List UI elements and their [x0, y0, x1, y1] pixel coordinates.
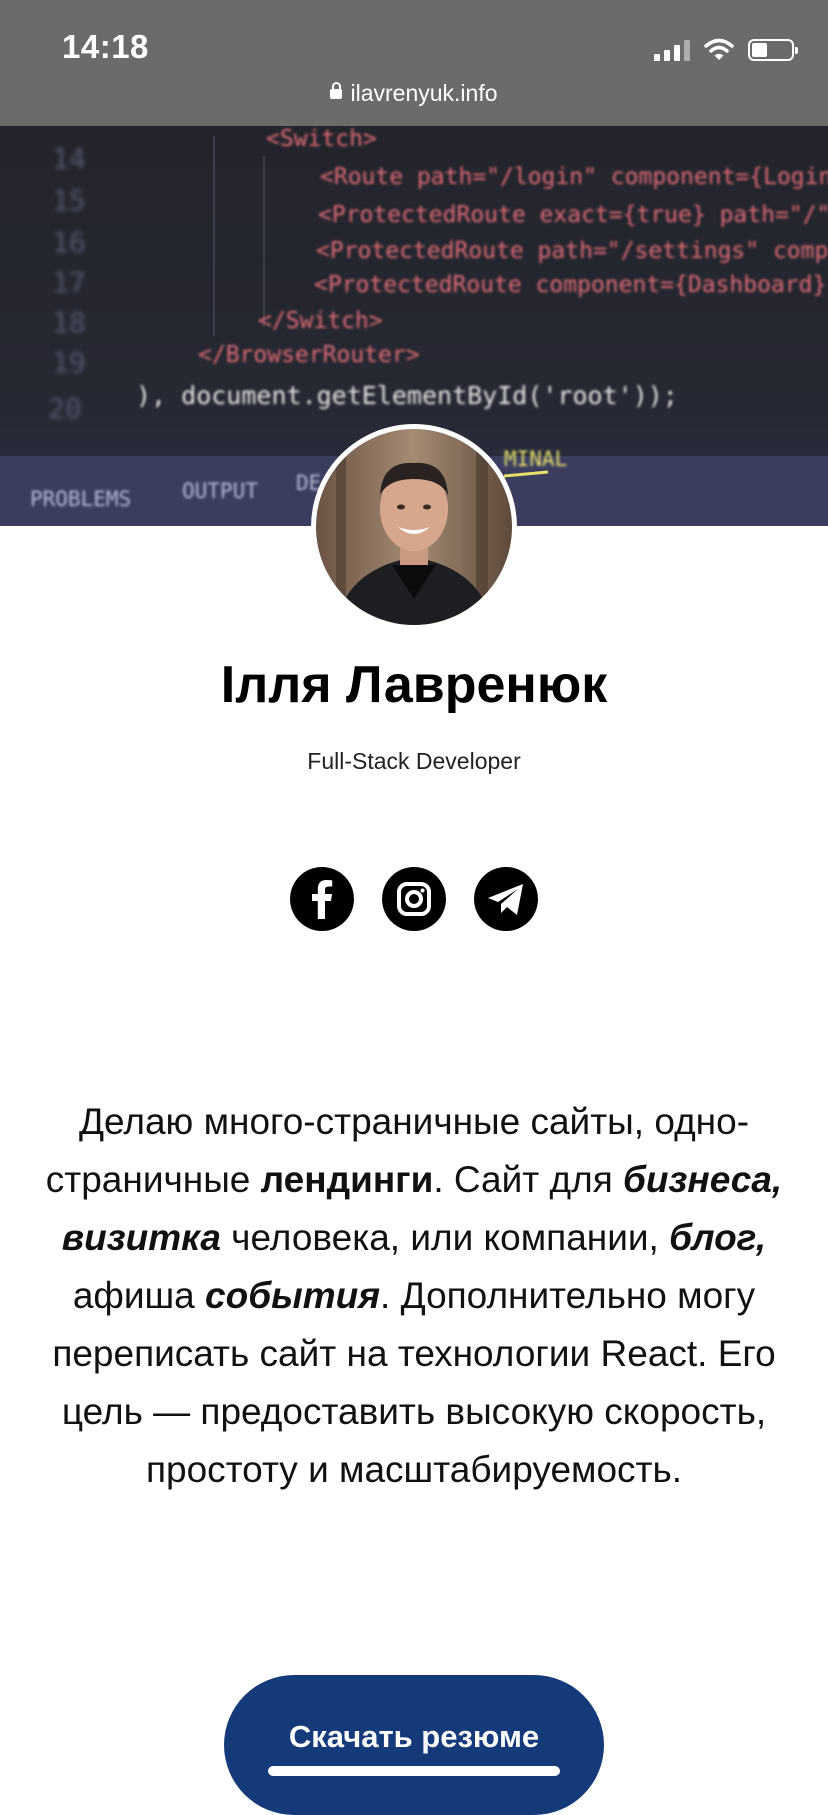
telegram-link[interactable]	[474, 867, 538, 931]
code-line: <ProtectedRoute exact={true} path="/" co…	[318, 202, 828, 228]
line-numbers: 14 15 16 17 18 19 20	[48, 142, 86, 425]
instagram-icon	[397, 882, 431, 916]
code-line: </Switch>	[258, 308, 383, 334]
code-line: ), document.getElementById('root'));	[136, 381, 678, 410]
code-line: <Route path="/login" component={Login} /…	[320, 164, 828, 190]
description-text: . Сайт для	[433, 1159, 624, 1200]
description: Делаю много-страничные сайты, одно-стран…	[40, 1093, 788, 1499]
line-number: 17	[52, 266, 86, 299]
battery-icon	[748, 39, 798, 61]
line-number: 18	[52, 306, 86, 339]
social-links	[0, 867, 828, 931]
home-indicator[interactable]	[268, 1766, 560, 1776]
line-number: 15	[52, 184, 86, 217]
description-emphasis: React	[600, 1333, 698, 1374]
line-number: 16	[52, 226, 86, 259]
cellular-signal-icon	[654, 39, 690, 61]
description-emphasis: лендинги	[260, 1159, 434, 1200]
status-icons	[654, 36, 798, 64]
profile-role: Full-Stack Developer	[307, 748, 521, 774]
description-text: афиша	[72, 1275, 206, 1316]
panel-tab-output: OUTPUT	[182, 479, 258, 503]
line-number: 20	[48, 392, 82, 425]
facebook-link[interactable]	[290, 867, 354, 931]
description-emphasis: блог,	[669, 1217, 767, 1258]
code-line: <ProtectedRoute component={Dashboard} />	[314, 272, 828, 298]
line-number: 19	[52, 346, 86, 379]
panel-tab-problems: PROBLEMS	[30, 487, 131, 511]
code-line: <ProtectedRoute path="/settings" compone…	[316, 238, 828, 264]
code-line: <Switch>	[266, 126, 377, 152]
address-bar[interactable]: ilavrenyuk.info	[0, 80, 828, 107]
description-text: человека, или компании,	[220, 1217, 670, 1258]
panel-tab-terminal: MINAL	[504, 447, 567, 471]
line-number: 14	[52, 142, 86, 175]
browser-top-bar: 14:18 ilavrenyuk.info	[0, 0, 828, 126]
facebook-icon	[312, 880, 333, 919]
download-resume-label: Скачать резюме	[288, 1719, 540, 1754]
url-text: ilavrenyuk.info	[350, 80, 498, 106]
code-line: </BrowserRouter>	[198, 342, 420, 368]
profile-name: Ілля Лавренюк	[220, 656, 608, 714]
download-resume-button[interactable]: Скачать резюме	[224, 1675, 604, 1815]
instagram-link[interactable]	[382, 867, 446, 931]
lock-icon	[330, 81, 343, 99]
description-emphasis: события	[205, 1275, 381, 1316]
avatar-photo	[316, 429, 512, 625]
telegram-icon	[488, 884, 523, 915]
status-time: 14:18	[62, 28, 149, 65]
wifi-icon	[704, 38, 734, 60]
avatar	[311, 424, 517, 630]
